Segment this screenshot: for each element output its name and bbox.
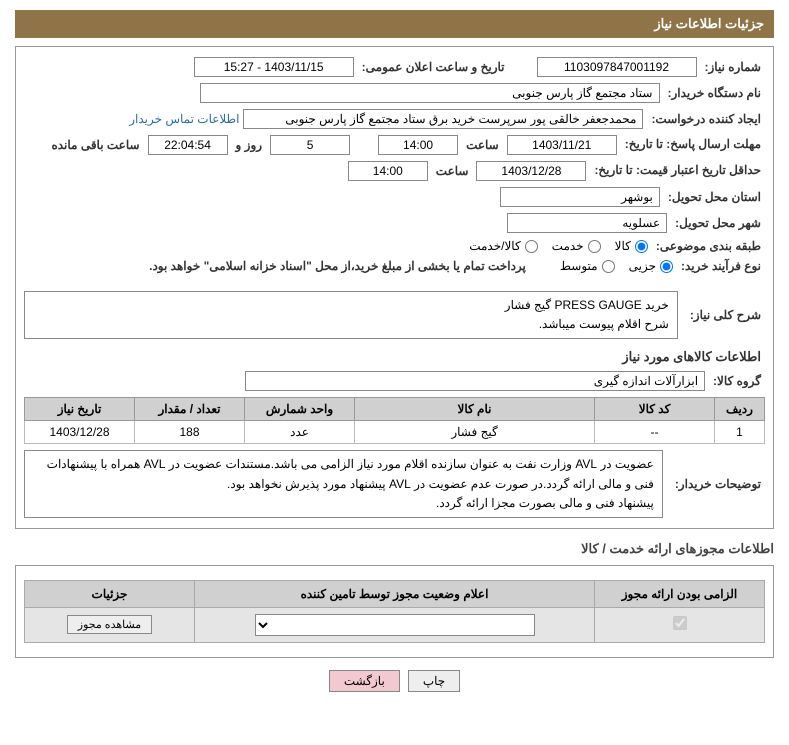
purchase-process-label: نوع فرآیند خرید: — [677, 259, 765, 273]
radio-goods-service[interactable]: کالا/خدمت — [469, 239, 537, 253]
cell-row: 1 — [715, 421, 765, 444]
general-desc-label: شرح کلی نیاز: — [686, 308, 765, 322]
license-row: مشاهده مجوز — [25, 607, 765, 642]
price-validity-label: حداقل تاریخ اعتبار قیمت: تا تاریخ: — [590, 163, 765, 179]
subject-class-label: طبقه بندی موضوعی: — [652, 239, 765, 253]
buyer-contact-link[interactable]: اطلاعات تماس خریدار — [129, 112, 239, 126]
requester-value: محمدجعفر خالقی پور سرپرست خرید برق ستاد … — [243, 109, 643, 129]
days-remaining: 5 — [270, 135, 350, 155]
price-validity-date: 1403/12/28 — [476, 161, 586, 181]
radio-goods-service-input[interactable] — [525, 240, 538, 253]
radio-medium[interactable]: متوسط — [560, 259, 615, 273]
goods-info-heading: اطلاعات کالاهای مورد نیاز — [28, 349, 761, 365]
license-heading: اطلاعات مجوزهای ارائه خدمت / کالا — [15, 541, 774, 557]
th-name: نام کالا — [355, 398, 595, 421]
radio-minor-input[interactable] — [660, 260, 673, 273]
response-deadline-label: مهلت ارسال پاسخ: تا تاریخ: — [621, 137, 765, 153]
remaining-label: ساعت باقی مانده — [47, 138, 143, 152]
response-deadline-date: 1403/11/21 — [507, 135, 617, 155]
purchase-process-radios: جزیی متوسط — [560, 259, 673, 273]
cell-details: مشاهده مجوز — [25, 607, 195, 642]
radio-service[interactable]: خدمت — [552, 239, 601, 253]
need-number-value: 1103097847001192 — [537, 57, 697, 77]
th-unit: واحد شمارش — [245, 398, 355, 421]
radio-goods-input[interactable] — [635, 240, 648, 253]
page-title: جزئیات اطلاعات نیاز — [15, 10, 774, 38]
cell-code: -- — [595, 421, 715, 444]
license-table: الزامی بودن ارائه مجوز اعلام وضعیت مجوز … — [24, 580, 765, 643]
status-select[interactable] — [255, 614, 535, 636]
radio-minor-label: جزیی — [629, 259, 656, 273]
delivery-city-value: عسلویه — [507, 213, 667, 233]
th-status: اعلام وضعیت مجوز توسط تامین کننده — [195, 580, 595, 607]
announce-datetime-value: 1403/11/15 - 15:27 — [194, 57, 354, 77]
radio-goods-label: کالا — [615, 239, 631, 253]
time-label-2: ساعت — [432, 164, 473, 178]
cell-name: گیج فشار — [355, 421, 595, 444]
buyer-org-label: نام دستگاه خریدار: — [664, 86, 766, 100]
license-section: الزامی بودن ارائه مجوز اعلام وضعیت مجوز … — [15, 565, 774, 658]
radio-medium-label: متوسط — [560, 259, 598, 273]
announce-datetime-label: تاریخ و ساعت اعلان عمومی: — [358, 60, 509, 74]
button-row: چاپ بازگشت — [15, 670, 774, 692]
requester-label: ایجاد کننده درخواست: — [647, 112, 765, 126]
response-deadline-time: 14:00 — [378, 135, 458, 155]
goods-group-value: ابزارآلات اندازه گیری — [245, 371, 705, 391]
radio-service-label: خدمت — [552, 239, 584, 253]
print-button[interactable]: چاپ — [408, 670, 460, 692]
time-label-1: ساعت — [462, 138, 503, 152]
license-header-row: الزامی بودن ارائه مجوز اعلام وضعیت مجوز … — [25, 580, 765, 607]
th-code: کد کالا — [595, 398, 715, 421]
table-row: 1 -- گیج فشار عدد 188 1403/12/28 — [25, 421, 765, 444]
days-and-label: روز و — [232, 138, 267, 152]
back-button[interactable]: بازگشت — [329, 670, 400, 692]
subject-class-radios: کالا خدمت کالا/خدمت — [469, 239, 648, 253]
need-number-label: شماره نیاز: — [701, 60, 765, 74]
radio-medium-input[interactable] — [602, 260, 615, 273]
general-desc-value: خرید PRESS GAUGE گیج فشار شرح اقلام پیوس… — [24, 291, 678, 339]
cell-status — [195, 607, 595, 642]
buyer-notes-label: توضیحات خریدار: — [671, 477, 765, 491]
buyer-org-value: ستاد مجتمع گاز پارس جنوبی — [200, 83, 660, 103]
table-header-row: ردیف کد کالا نام کالا واحد شمارش تعداد /… — [25, 398, 765, 421]
cell-qty: 188 — [135, 421, 245, 444]
radio-service-input[interactable] — [588, 240, 601, 253]
cell-unit: عدد — [245, 421, 355, 444]
payment-note: پرداخت تمام یا بخشی از مبلغ خرید،از محل … — [149, 259, 532, 273]
price-validity-time: 14:00 — [348, 161, 428, 181]
th-mandatory: الزامی بودن ارائه مجوز — [595, 580, 765, 607]
th-need-date: تاریخ نیاز — [25, 398, 135, 421]
countdown-value: 22:04:54 — [148, 135, 228, 155]
goods-group-label: گروه کالا: — [709, 374, 765, 388]
buyer-notes-value: عضویت در AVL وزارت نفت به عنوان سازنده ا… — [24, 450, 663, 518]
delivery-city-label: شهر محل تحویل: — [671, 216, 765, 230]
goods-table: ردیف کد کالا نام کالا واحد شمارش تعداد /… — [24, 397, 765, 444]
delivery-province-label: استان محل تحویل: — [664, 190, 765, 204]
th-qty: تعداد / مقدار — [135, 398, 245, 421]
th-row: ردیف — [715, 398, 765, 421]
radio-goods-service-label: کالا/خدمت — [469, 239, 520, 253]
th-details: جزئیات — [25, 580, 195, 607]
mandatory-checkbox — [673, 616, 687, 630]
cell-mandatory — [595, 607, 765, 642]
main-form: شماره نیاز: 1103097847001192 تاریخ و ساع… — [15, 46, 774, 529]
view-license-button[interactable]: مشاهده مجوز — [67, 615, 152, 634]
delivery-province-value: بوشهر — [500, 187, 660, 207]
cell-need-date: 1403/12/28 — [25, 421, 135, 444]
radio-goods[interactable]: کالا — [615, 239, 648, 253]
radio-minor[interactable]: جزیی — [629, 259, 673, 273]
